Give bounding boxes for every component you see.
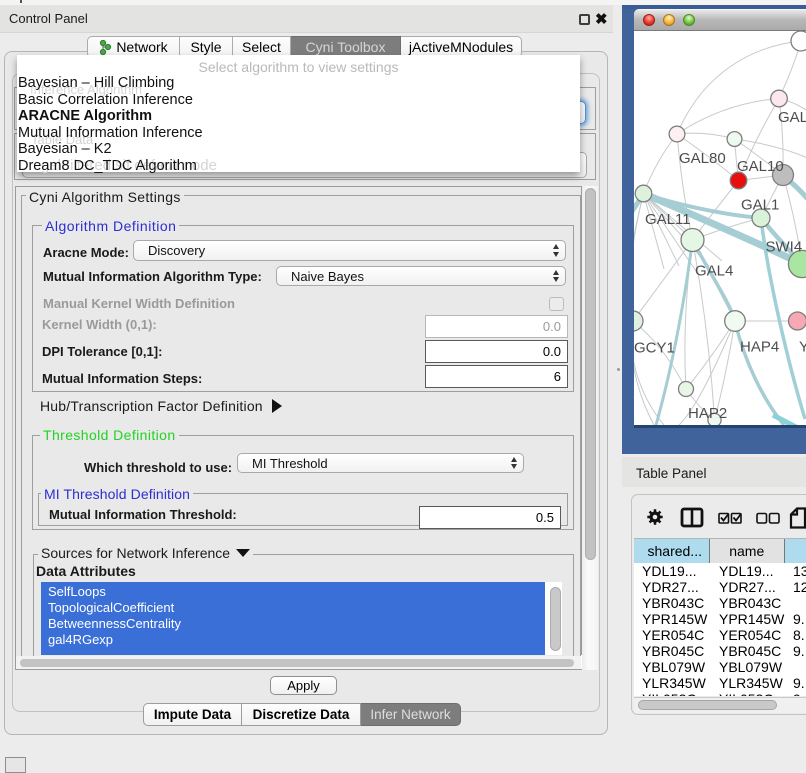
svg-text:HAP4: HAP4	[740, 339, 779, 356]
svg-text:HAP2: HAP2	[688, 405, 727, 422]
svg-text:GAL4: GAL4	[695, 263, 733, 280]
svg-text:GCY1: GCY1	[634, 340, 675, 357]
svg-text:Y: Y	[799, 339, 806, 356]
svg-text:GAL11: GAL11	[645, 211, 691, 228]
svg-text:GAL10: GAL10	[737, 158, 784, 175]
svg-text:SWI4: SWI4	[766, 239, 803, 256]
svg-text:GAL80: GAL80	[679, 150, 726, 167]
svg-text:GAL1: GAL1	[741, 197, 779, 214]
svg-text:GAL7: GAL7	[778, 109, 806, 126]
